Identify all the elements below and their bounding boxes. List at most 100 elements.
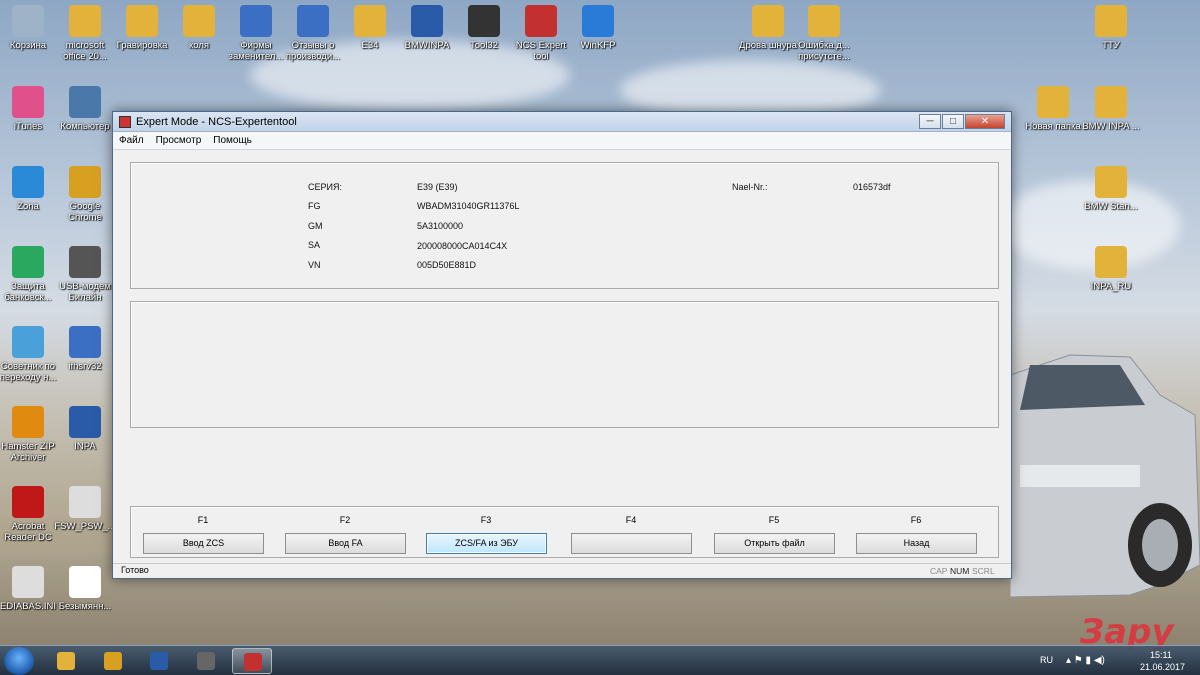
desktop-icon[interactable]: USB-модем Билайн	[54, 246, 116, 303]
desktop-icon[interactable]: Tool32	[453, 5, 515, 51]
desktop-icon[interactable]: E34	[339, 5, 401, 51]
fkey-button-f6[interactable]: Назад	[856, 533, 977, 554]
desktop-icon[interactable]: Hamster ZIP Archiver	[0, 406, 59, 463]
desktop-icon-image	[183, 5, 215, 37]
desktop-icon[interactable]: Zona	[0, 166, 59, 212]
taskbar: RU ▴ ⚑ ▮ ◀) 15:11 21.06.2017	[0, 645, 1200, 675]
desktop-icon[interactable]: INPA_RU	[1080, 246, 1142, 292]
desktop-icon-label: Отзывы о производи...	[285, 40, 341, 62]
gm-label: GM	[308, 221, 323, 231]
start-button[interactable]	[4, 647, 34, 675]
language-indicator[interactable]: RU	[1040, 655, 1053, 665]
desktop-icon-image	[12, 486, 44, 518]
desktop-icon-label: Tool32	[470, 40, 498, 51]
fg-label: FG	[308, 201, 321, 211]
taskbar-explorer-button[interactable]	[46, 648, 86, 674]
desktop-icon-image	[1037, 86, 1069, 118]
taskbar-chrome-button[interactable]	[93, 648, 133, 674]
fkey-button-f5[interactable]: Открыть файл	[714, 533, 835, 554]
desktop-icon-image	[297, 5, 329, 37]
num-indicator: NUM	[950, 566, 970, 576]
desktop-icon[interactable]: Советник по переходу н...	[0, 326, 59, 383]
desktop-icon[interactable]: Защита банковск...	[0, 246, 59, 303]
ncs-expert-icon	[244, 653, 262, 671]
fkey-button-f1[interactable]: Ввод ZCS	[143, 533, 264, 554]
desktop-icon-label: INPA	[74, 441, 96, 452]
desktop-icon-label: ТТУ	[1102, 40, 1120, 51]
desktop-icon-image	[1095, 5, 1127, 37]
desktop-icon-image	[12, 326, 44, 358]
desktop-icon[interactable]: FSW_PSW_...	[54, 486, 116, 532]
nael-label: Nael-Nr.:	[732, 182, 768, 192]
fkey-button-f3[interactable]: ZCS/FA из ЭБУ	[426, 533, 547, 554]
desktop-icon-image	[12, 406, 44, 438]
desktop-icon[interactable]: Компьютер	[54, 86, 116, 132]
desktop-icon-image	[69, 246, 101, 278]
status-bar: Готово CAP NUM SCRL	[113, 563, 1011, 578]
vehicle-info-panel: СЕРИЯ: E39 (E39) FG WBADM31040GR11376L G…	[130, 162, 999, 289]
desktop-icon-label: USB-модем Билайн	[59, 281, 111, 303]
desktop-icon[interactable]: EDIABAS.INI	[0, 566, 59, 612]
desktop-icon-image	[69, 5, 101, 37]
desktop-icon[interactable]: WinKFP	[567, 5, 629, 51]
desktop-icon-label: Google Chrome	[68, 201, 102, 223]
desktop-icon-label: FSW_PSW_...	[54, 521, 116, 532]
desktop-icon[interactable]: Безымянн...	[54, 566, 116, 612]
wallpaper-car	[1010, 354, 1200, 598]
menu-file[interactable]: Файл	[119, 135, 144, 146]
desktop-icon[interactable]: BMW INPA ...	[1080, 86, 1142, 132]
desktop-icon[interactable]: INPA	[54, 406, 116, 452]
desktop-icon[interactable]: Google Chrome	[54, 166, 116, 223]
fkey-label-f6: F6	[910, 515, 922, 525]
fg-value: WBADM31040GR11376L	[417, 201, 520, 211]
maximize-button[interactable]: □	[942, 114, 964, 129]
desktop-icon[interactable]: iTunes	[0, 86, 59, 132]
sa-value: 200008000CA014C4X	[417, 241, 508, 251]
desktop-icon-image	[354, 5, 386, 37]
tray-icons[interactable]: ▴ ⚑ ▮ ◀)	[1066, 655, 1105, 666]
desktop-icon[interactable]: BMW Stan...	[1080, 166, 1142, 212]
taskbar-bmw-button[interactable]	[139, 648, 179, 674]
desktop-icon-image	[69, 326, 101, 358]
clock-date[interactable]: 21.06.2017	[1140, 662, 1185, 672]
desktop-icon[interactable]: Гравировка	[111, 5, 173, 51]
desktop-icon[interactable]: Acrobat Reader DC	[0, 486, 59, 543]
minimize-button[interactable]: ─	[919, 114, 941, 129]
desktop-icon[interactable]: microsoft office 20...	[54, 5, 116, 62]
clock-time[interactable]: 15:11	[1150, 650, 1172, 660]
desktop-icon[interactable]: BMWINPA	[396, 5, 458, 51]
desktop-icon-image	[12, 246, 44, 278]
explorer-icon	[57, 652, 75, 670]
ncs-expert-window: Expert Mode - NCS-Expertentool ─ □ ✕ Фай…	[112, 111, 1012, 579]
series-label: СЕРИЯ:	[308, 182, 342, 192]
fkey-button-f2[interactable]: Ввод FA	[285, 533, 406, 554]
desktop-icon[interactable]: Ошибка,д... присутсте...	[793, 5, 855, 62]
desktop-icon[interactable]: коля	[168, 5, 230, 51]
fkey-button-f4[interactable]	[571, 533, 692, 554]
desktop-icon[interactable]: Корзина	[0, 5, 59, 51]
window-titlebar[interactable]: Expert Mode - NCS-Expertentool ─ □ ✕	[113, 112, 1011, 132]
desktop-icon-image	[582, 5, 614, 37]
menu-help[interactable]: Помощь	[213, 135, 252, 146]
taskbar-ncs-expert-button[interactable]	[232, 648, 272, 674]
taskbar-ista-button[interactable]	[186, 648, 226, 674]
desktop-icon-image	[468, 5, 500, 37]
desktop-icon[interactable]: ТТУ	[1080, 5, 1142, 51]
output-panel	[130, 301, 999, 428]
close-button[interactable]: ✕	[965, 114, 1005, 129]
fkey-label-f3: F3	[480, 515, 492, 525]
desktop-icon[interactable]: Отзывы о производи...	[282, 5, 344, 62]
desktop-icon[interactable]: Фирмы заменител...	[225, 5, 287, 62]
series-value: E39 (E39)	[417, 182, 458, 192]
scrl-indicator: SCRL	[972, 566, 995, 576]
ista-icon	[197, 652, 215, 670]
desktop-icon[interactable]: NCS Expert tool	[510, 5, 572, 62]
desktop-icon-label: Корзина	[9, 40, 47, 51]
desktop-icon-label: BMWINPA	[404, 40, 450, 51]
desktop-icon[interactable]: ifhsrv32	[54, 326, 116, 372]
desktop-icon[interactable]: Дрова шнура	[737, 5, 799, 51]
desktop-icon[interactable]: Новая папка	[1022, 86, 1084, 132]
menu-view[interactable]: Просмотр	[156, 135, 202, 146]
desktop-icon-label: EDIABAS.INI	[0, 601, 56, 612]
fkey-label-f4: F4	[625, 515, 637, 525]
